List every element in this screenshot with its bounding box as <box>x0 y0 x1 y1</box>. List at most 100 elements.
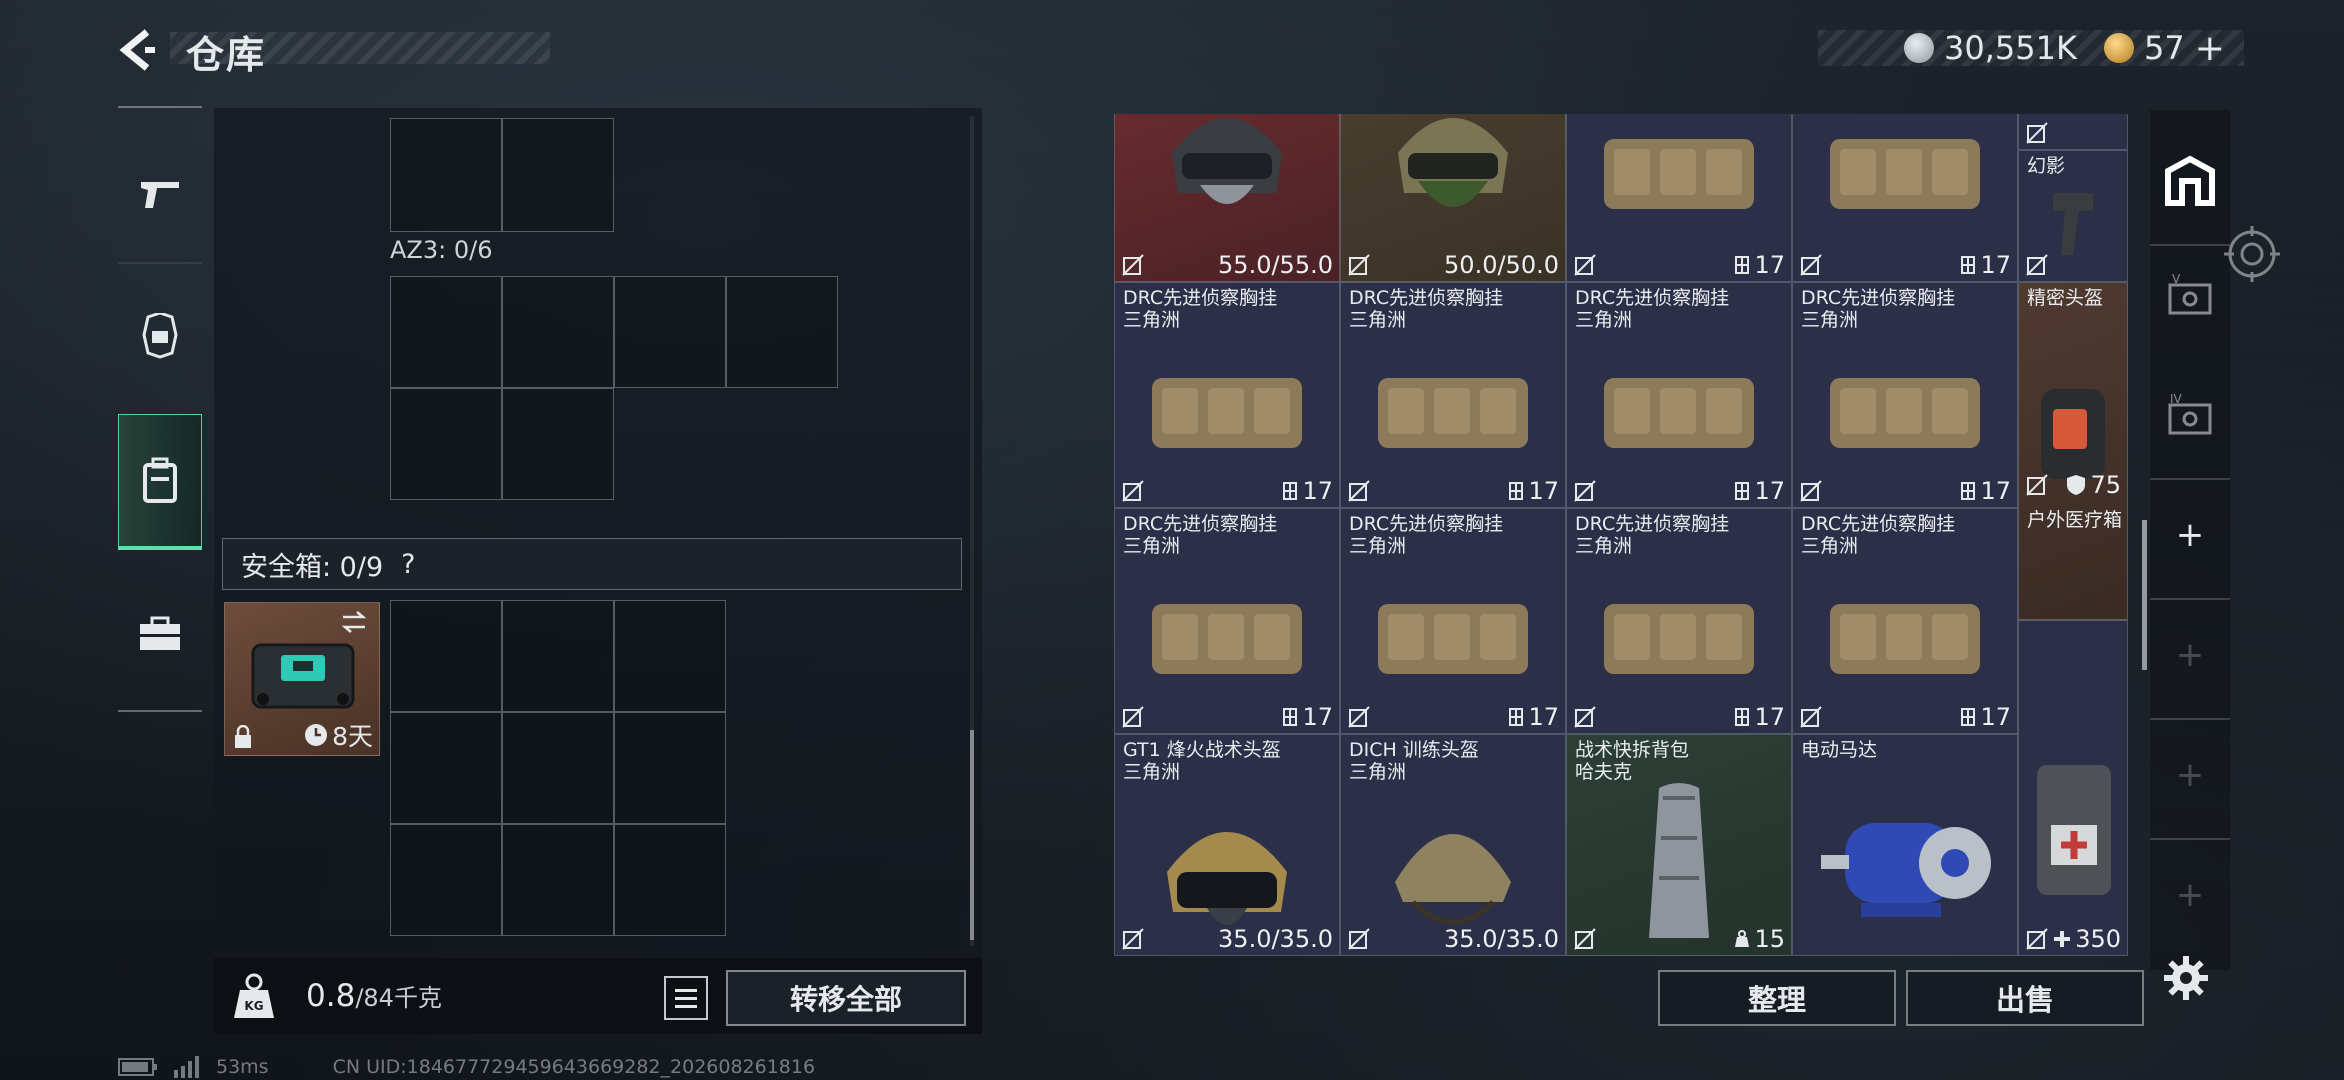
no-trade-icon <box>1348 480 1370 502</box>
stash-item[interactable] <box>2018 114 2128 150</box>
grid-slot[interactable] <box>502 388 614 500</box>
stash-item[interactable]: 17 <box>1792 114 2018 282</box>
stash-item[interactable]: 幻影 <box>2018 150 2128 282</box>
stash-item[interactable]: DRC先进侦察胸挂 三角洲 17 <box>1566 282 1792 508</box>
nav-helmet[interactable] <box>118 268 202 404</box>
grid-slot[interactable] <box>502 712 614 824</box>
grid-slot[interactable] <box>390 600 502 712</box>
tactical-helmet-art <box>1172 117 1282 204</box>
no-trade-icon <box>1122 928 1144 950</box>
stash-item[interactable]: DRC先进侦察胸挂 三角洲 17 <box>1114 282 1340 508</box>
grid-slot[interactable] <box>390 712 502 824</box>
stash-item[interactable]: GT1 烽火战术头盔 三角洲 35.0/35.0 <box>1114 734 1340 956</box>
page-title: 仓库 <box>186 33 267 77</box>
item-name-line: DRC先进侦察胸挂 <box>1575 513 1730 535</box>
sell-button[interactable]: 出售 <box>1906 970 2144 1026</box>
weight-max: /84千克 <box>355 984 442 1012</box>
add-stash-tab-button[interactable]: + <box>2150 480 2230 590</box>
stash-item[interactable]: DRC先进侦察胸挂 三角洲 17 <box>1114 508 1340 734</box>
stash-item[interactable]: 17 <box>1566 114 1792 282</box>
slots-icon <box>1735 482 1750 500</box>
chest-rig-art <box>1604 138 1754 209</box>
loadout-scrollbar-thumb[interactable] <box>970 730 974 940</box>
grid-slot[interactable] <box>390 276 502 388</box>
grid-slot[interactable] <box>502 824 614 936</box>
grid-slot[interactable] <box>390 824 502 936</box>
list-line <box>675 1004 697 1008</box>
safebox-timer-text: 8天 <box>332 722 373 751</box>
item-subname: 三角洲 <box>1349 535 1407 557</box>
item-name: DRC先进侦察胸挂 三角洲 <box>1801 287 1955 331</box>
safebox-item[interactable]: 8天 <box>224 602 380 756</box>
item-name: 电动马达 <box>1801 739 1878 761</box>
item-name: GT1 烽火战术头盔 三角洲 <box>1123 739 1281 783</box>
stash-item[interactable]: 战术快拆背包 哈夫克 15 <box>1566 734 1792 956</box>
slots-icon <box>1509 482 1524 500</box>
sort-button[interactable]: 整理 <box>1658 970 1896 1026</box>
item-subname: 三角洲 <box>1801 535 1859 557</box>
slots-icon <box>1283 708 1298 726</box>
stash-item[interactable]: 电动马达 <box>1792 734 2018 956</box>
grid-slot[interactable] <box>614 600 726 712</box>
grid-slot[interactable] <box>502 600 614 712</box>
no-trade-icon <box>1800 480 1822 502</box>
safebox-help-icon[interactable]: ? <box>401 549 415 580</box>
add-currency-button[interactable]: + <box>2195 28 2225 69</box>
currency-coins[interactable]: 30,551K <box>1904 26 2077 70</box>
no-trade-icon <box>2026 474 2048 496</box>
crosshair-icon[interactable] <box>2224 226 2280 282</box>
list-line <box>675 996 697 1000</box>
stash-item[interactable]: DRC先进侦察胸挂 三角洲 17 <box>1792 282 2018 508</box>
grid-slot[interactable] <box>502 118 614 232</box>
item-value-text: 50.0/50.0 <box>1444 251 1559 279</box>
grid-slot[interactable] <box>614 712 726 824</box>
safebox-header[interactable]: 安全箱: 0/9 ? <box>222 538 962 590</box>
grid-slot[interactable] <box>614 824 726 936</box>
grid-slot[interactable] <box>502 276 614 388</box>
item-name-line: DRC先进侦察胸挂 <box>1575 287 1730 309</box>
briefcase-icon <box>140 616 180 650</box>
nav-weapon[interactable] <box>118 126 202 262</box>
stash-item[interactable]: DRC先进侦察胸挂 三角洲 17 <box>1340 282 1566 508</box>
currency-premium[interactable]: 57 + <box>2104 26 2225 70</box>
stash-item[interactable]: DRC先进侦察胸挂 三角洲 17 <box>1792 508 2018 734</box>
item-subname: 三角洲 <box>1575 309 1633 331</box>
stash-item[interactable]: 50.0/50.0 <box>1340 114 1566 282</box>
item-value: 17 <box>1282 477 1333 505</box>
nav-divider <box>118 106 202 108</box>
add-stash-tab-button[interactable]: + <box>2150 600 2230 710</box>
stash-tab-main[interactable] <box>2150 126 2230 236</box>
stash-item[interactable]: 精密头盔 75 户外医疗箱 <box>2018 282 2128 620</box>
stash-tab-case-v[interactable]: V <box>2150 242 2230 352</box>
grid-slot[interactable] <box>726 276 838 388</box>
nav-briefcase[interactable] <box>118 566 202 702</box>
stash-item[interactable]: 55.0/55.0 <box>1114 114 1340 282</box>
stash-item[interactable]: DICH 训练头盔 三角洲 35.0/35.0 <box>1340 734 1566 956</box>
item-value-text: 17 <box>1980 703 2011 731</box>
add-stash-tab-button[interactable]: + <box>2150 840 2230 950</box>
grid-slot[interactable] <box>390 118 502 232</box>
left-nav <box>118 106 202 716</box>
nav-backpack[interactable] <box>118 414 202 550</box>
item-value: 350 <box>2053 925 2121 953</box>
stash-scrollbar-thumb[interactable] <box>2142 520 2147 670</box>
list-view-button[interactable] <box>664 976 708 1020</box>
stash-tab-case-iv[interactable]: IV <box>2150 362 2230 472</box>
list-line <box>675 988 697 992</box>
slots-icon <box>1509 708 1524 726</box>
item-subname: 三角洲 <box>1349 761 1407 783</box>
transfer-all-button[interactable]: 转移全部 <box>726 970 966 1026</box>
coin-icon <box>1904 33 1934 63</box>
stash-item[interactable]: DRC先进侦察胸挂 三角洲 17 <box>1566 508 1792 734</box>
settings-gear-icon[interactable] <box>2162 954 2210 1002</box>
add-stash-tab-button[interactable]: + <box>2150 720 2230 830</box>
electric-motor-art <box>1821 822 1991 917</box>
rig-grid <box>390 118 614 232</box>
item-name: DRC先进侦察胸挂 三角洲 <box>1123 287 1277 331</box>
item-value-text: 35.0/35.0 <box>1444 925 1559 953</box>
stash-item[interactable]: DRC先进侦察胸挂 三角洲 17 <box>1340 508 1566 734</box>
back-button[interactable] <box>112 22 162 78</box>
grid-slot[interactable] <box>614 276 726 388</box>
stash-item[interactable]: 350 <box>2018 620 2128 956</box>
grid-slot[interactable] <box>390 388 502 500</box>
